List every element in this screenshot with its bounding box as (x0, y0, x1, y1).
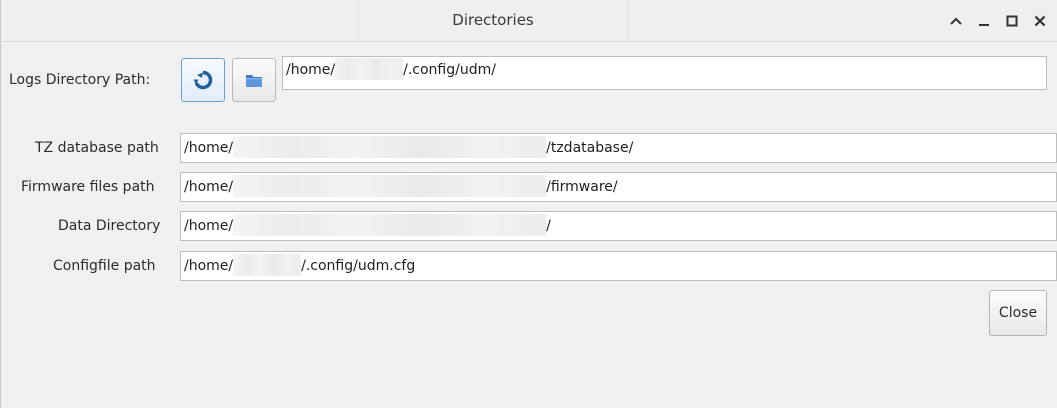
configfile-input[interactable]: /home/ /.config/udm.cfg (180, 251, 1057, 281)
minimize-icon (979, 23, 989, 26)
configfile-label: Configfile path (53, 258, 156, 274)
maximize-icon (1006, 15, 1018, 26)
logs-path-prefix: /home/ (286, 62, 336, 78)
logs-directory-label: Logs Directory Path: (9, 72, 151, 88)
reset-logs-path-button[interactable] (181, 58, 225, 102)
configfile-path-prefix: /home/ (184, 258, 234, 274)
close-window-button[interactable] (1032, 13, 1048, 29)
redacted-username (233, 253, 302, 276)
title-bar-segment-left (1, 0, 359, 41)
data-directory-label: Data Directory (58, 218, 161, 234)
tz-path-prefix: /home/ (184, 140, 234, 156)
minimize-button[interactable] (976, 13, 992, 29)
firmware-files-label: Firmware files path (21, 179, 155, 195)
data-path-suffix: / (546, 218, 551, 234)
firmware-path-suffix: /firmware/ (546, 179, 618, 195)
tz-path-suffix: /tzdatabase/ (546, 140, 634, 156)
redacted-path (233, 174, 547, 197)
chevron-up-icon (950, 17, 962, 25)
configfile-path-suffix: /.config/udm.cfg (301, 258, 416, 274)
tz-database-label: TZ database path (35, 140, 159, 156)
redacted-path (233, 213, 547, 236)
reset-icon (193, 70, 213, 90)
browse-logs-folder-button[interactable] (232, 58, 276, 102)
logs-directory-input[interactable]: /home/ /.config/udm/ (282, 56, 1047, 90)
data-path-prefix: /home/ (184, 218, 234, 234)
maximize-button[interactable] (1004, 13, 1020, 29)
title-bar[interactable]: Directories (1, 0, 1057, 42)
firmware-files-input[interactable]: /home/ /firmware/ (180, 172, 1057, 202)
window-title: Directories (452, 11, 534, 29)
window-controls (948, 0, 1048, 41)
close-icon (1034, 15, 1046, 26)
folder-icon (246, 75, 262, 87)
firmware-path-prefix: /home/ (184, 179, 234, 195)
tz-database-input[interactable]: /home/ /tzdatabase/ (180, 133, 1057, 163)
title-bar-divider (627, 0, 628, 41)
directories-window: Directories Logs Directory Path: /home/ … (0, 0, 1057, 408)
logs-path-suffix: /.config/udm/ (403, 62, 496, 78)
data-directory-input[interactable]: /home/ / (180, 211, 1057, 241)
shade-button[interactable] (948, 13, 964, 29)
close-button[interactable]: Close (989, 290, 1047, 336)
redacted-username (335, 57, 404, 80)
redacted-path (233, 135, 547, 158)
